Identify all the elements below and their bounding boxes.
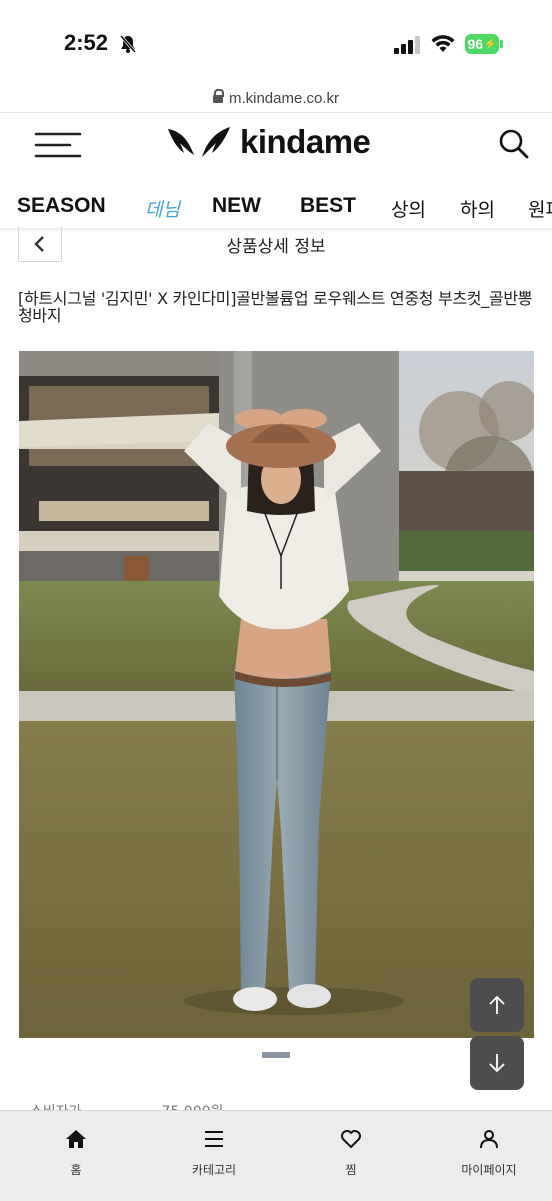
- address-bar[interactable]: m.kindame.co.kr: [0, 84, 552, 112]
- nav-item-best[interactable]: BEST: [300, 194, 356, 218]
- scroll-top-button[interactable]: [470, 978, 524, 1032]
- wings-logo-icon: [168, 127, 230, 157]
- page-title: 상품상세 정보: [226, 237, 326, 257]
- lock-icon: [212, 89, 224, 103]
- battery-cap: [500, 40, 503, 48]
- menu-button[interactable]: [34, 130, 82, 162]
- site-logo[interactable]: kindame: [166, 122, 371, 162]
- nav-item-dresses[interactable]: 원피: [528, 195, 552, 222]
- product-image[interactable]: [19, 351, 534, 1038]
- tab-wishlist[interactable]: 찜: [291, 1129, 411, 1178]
- home-icon: [66, 1130, 86, 1148]
- logo-text: kindame: [240, 123, 371, 160]
- nav-item-bottoms[interactable]: 하의: [460, 195, 495, 222]
- product-name: [하트시그널 '김지민' X 카인다미]골반볼륨업 로우웨스트 연중청 부츠컷_…: [18, 289, 533, 325]
- tab-label: 찜: [345, 1163, 357, 1177]
- heart-icon: [341, 1130, 361, 1148]
- list-icon: [205, 1131, 223, 1147]
- tab-label: 홈: [70, 1163, 82, 1177]
- tab-label: 마이페이지: [461, 1163, 517, 1177]
- tab-label: 카테고리: [191, 1163, 237, 1177]
- address-url: m.kindame.co.kr: [228, 89, 340, 107]
- arrow-up-icon: [489, 995, 505, 1014]
- person-icon: [480, 1130, 498, 1149]
- nav-item-denim[interactable]: 데님: [145, 195, 180, 222]
- bottom-tab-bar: 홈 카테고리 찜 마이페이지: [0, 1110, 552, 1201]
- category-nav: SEASON 데님 NEW BEST 상의 하의 원피: [0, 186, 552, 228]
- divider: [0, 112, 552, 113]
- product-photo-illustration: [19, 351, 534, 1038]
- battery-indicator: 96 ⚡: [465, 34, 499, 54]
- tab-category[interactable]: 카테고리: [154, 1129, 274, 1178]
- status-bar: 2:52 96 ⚡: [0, 0, 552, 86]
- battery-level: 96: [467, 36, 484, 52]
- nav-item-new[interactable]: NEW: [212, 194, 261, 218]
- arrow-down-icon: [489, 1054, 505, 1073]
- tab-home[interactable]: 홈: [16, 1129, 136, 1178]
- tab-mypage[interactable]: 마이페이지: [429, 1129, 549, 1178]
- scroll-bottom-button[interactable]: [470, 1036, 524, 1090]
- status-time: 2:52: [64, 30, 109, 55]
- image-pagination-indicator[interactable]: [262, 1052, 290, 1058]
- silent-bell-icon: [119, 35, 137, 53]
- search-button[interactable]: [496, 126, 530, 160]
- search-icon: [499, 129, 529, 159]
- wifi-icon: [431, 35, 455, 52]
- cellular-signal-icon: [394, 36, 420, 54]
- nav-item-tops[interactable]: 상의: [391, 195, 426, 222]
- hamburger-icon: [34, 132, 82, 158]
- nav-item-season[interactable]: SEASON: [17, 194, 106, 218]
